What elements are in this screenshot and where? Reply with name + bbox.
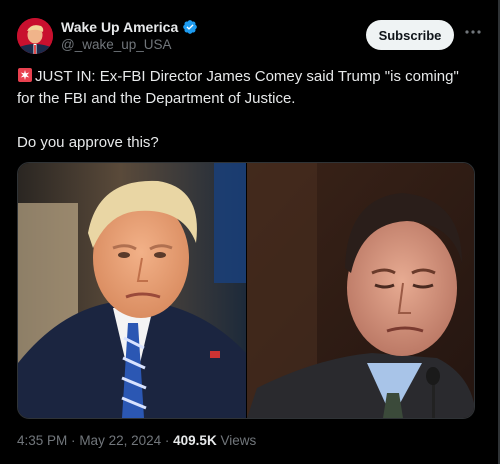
siren-emoji-icon	[18, 68, 32, 82]
post-text: JUST IN: Ex-FBI Director James Comey sai…	[17, 66, 477, 154]
post-text-line: JUST IN: Ex-FBI Director James Comey sai…	[17, 66, 477, 110]
post-date[interactable]: May 22, 2024	[79, 433, 161, 448]
post-media[interactable]	[17, 162, 475, 419]
author-avatar[interactable]	[17, 18, 53, 54]
post-meta: 4:35 PM · May 22, 2024 · 409.5K Views	[17, 433, 256, 448]
verified-badge-icon[interactable]	[182, 19, 198, 35]
more-options-icon[interactable]	[464, 23, 482, 43]
post-text-main: JUST IN: Ex-FBI Director James Comey sai…	[17, 68, 459, 107]
author-name-text[interactable]: Wake Up America	[61, 19, 178, 35]
views-label: Views	[220, 433, 257, 448]
post-time[interactable]: 4:35 PM	[17, 433, 67, 448]
author-display-name[interactable]: Wake Up America	[61, 19, 198, 35]
post-question: Do you approve this?	[17, 134, 159, 151]
meta-separator: ·	[71, 433, 76, 448]
photo-of-james-comey[interactable]	[247, 163, 474, 418]
subscribe-button[interactable]: Subscribe	[366, 20, 454, 50]
author-names: Wake Up America @_wake_up_USA	[61, 19, 198, 52]
views-count: 409.5K	[173, 433, 217, 448]
post-header: Wake Up America @_wake_up_USA Subscribe	[17, 18, 482, 58]
meta-separator: ·	[164, 433, 170, 448]
author-handle[interactable]: @_wake_up_USA	[61, 37, 198, 52]
photo-of-donald-trump[interactable]	[18, 163, 246, 418]
